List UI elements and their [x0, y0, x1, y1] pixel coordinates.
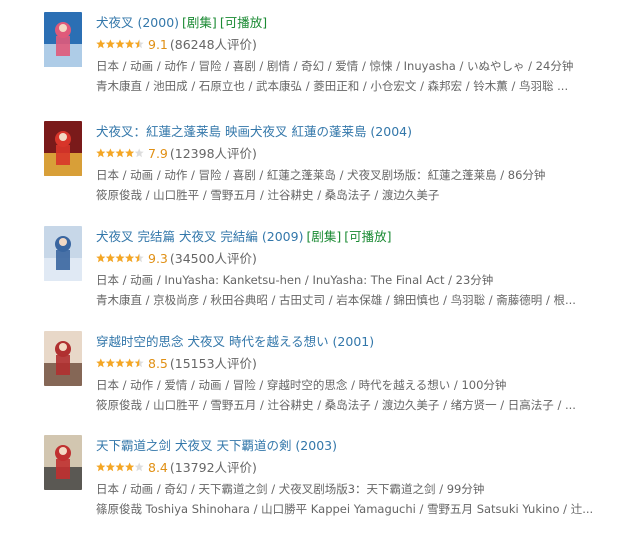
series-tag-link[interactable]: [剧集]: [306, 229, 341, 244]
rating-stars-icon: [96, 143, 144, 165]
movie-result-item: 犬夜叉 (2000) [剧集] [可播放] 9.1 (86248人评价) 日本 / 动画 …: [44, 12, 631, 112]
movie-title-line: 穿越时空的思念 犬夜叉 時代を越える想い (2001): [96, 331, 631, 353]
movie-poster-image[interactable]: [44, 226, 82, 281]
rating-stars-icon: [96, 34, 144, 56]
movie-cast-info: 筱原俊哉 / 山口胜平 / 雪野五月 / 辻谷耕史 / 桑岛法子 / 渡边久美子: [96, 188, 440, 202]
movie-poster-image[interactable]: [44, 435, 82, 490]
rating-line: 7.9 (12398人评价): [96, 143, 631, 165]
movie-cast-info: 青木康直 / 京极尚彦 / 秋田谷典昭 / 古田丈司 / 岩本保雄 / 錦田慎也…: [96, 293, 576, 307]
movie-info: 犬夜叉：紅蓮之蓬莱島 映画犬夜叉 紅蓮の蓬莱島 (2004) 7.9 (12398人…: [96, 121, 631, 205]
movie-info: 犬夜叉 (2000) [剧集] [可播放] 9.1 (86248人评价) 日本 / 动画 …: [96, 12, 631, 96]
movie-title-line: 犬夜叉 完结篇 犬夜叉 完結編 (2009) [剧集] [可播放]: [96, 226, 631, 248]
movie-poster-image[interactable]: [44, 121, 82, 176]
rating-score: 8.5: [148, 356, 168, 371]
movie-title-link[interactable]: 犬夜叉 完结篇 犬夜叉 完結編 (2009): [96, 229, 303, 244]
movie-title-line: 犬夜叉：紅蓮之蓬莱島 映画犬夜叉 紅蓮の蓬莱島 (2004): [96, 121, 631, 143]
rating-count: (34500人评价): [169, 251, 257, 266]
rating-line: 9.1 (86248人评价): [96, 34, 631, 56]
rating-line: 8.5 (15153人评价): [96, 353, 631, 375]
rating-line: 8.4 (13792人评价): [96, 457, 631, 479]
movie-meta-info: 日本 / 动画 / 奇幻 / 天下霸道之剑 / 犬夜叉剧场版3：天下霸道之剑 /…: [96, 482, 485, 496]
movie-result-item: 犬夜叉 完结篇 犬夜叉 完結編 (2009) [剧集] [可播放] 9.3 (34500…: [44, 226, 631, 326]
movie-meta-info: 日本 / 动画 / InuYasha: Kanketsu-hen / InuYa…: [96, 273, 494, 287]
movie-title-link[interactable]: 犬夜叉 (2000): [96, 15, 179, 30]
movie-title-line: 犬夜叉 (2000) [剧集] [可播放]: [96, 12, 631, 34]
movie-cast-info: 篠原俊哉 Toshiya Shinohara / 山口勝平 Kappei Yam…: [96, 502, 594, 516]
movie-title-link[interactable]: 天下霸道之剑 犬夜叉 天下覇道の剣 (2003): [96, 438, 337, 453]
rating-stars-icon: [96, 248, 144, 270]
rating-stars-icon: [96, 457, 144, 479]
movie-info: 犬夜叉 完结篇 犬夜叉 完結編 (2009) [剧集] [可播放] 9.3 (34500…: [96, 226, 631, 310]
movie-poster-image[interactable]: [44, 12, 82, 67]
rating-count: (12398人评价): [169, 146, 257, 161]
rating-score: 7.9: [148, 146, 168, 161]
rating-score: 9.1: [148, 37, 168, 52]
movie-result-item: 犬夜叉：紅蓮之蓬莱島 映画犬夜叉 紅蓮の蓬莱島 (2004) 7.9 (12398人…: [44, 121, 631, 221]
movie-meta-info: 日本 / 动作 / 爱情 / 动画 / 冒险 / 穿越时空的思念 / 時代を越え…: [96, 378, 507, 392]
rating-count: (13792人评价): [169, 460, 257, 475]
movie-cast-info: 筱原俊哉 / 山口胜平 / 雪野五月 / 辻谷耕史 / 桑岛法子 / 渡边久美子…: [96, 398, 576, 412]
movie-cast-info: 青木康直 / 池田成 / 石原立也 / 武本康弘 / 菱田正和 / 小仓宏文 /…: [96, 79, 569, 93]
rating-line: 9.3 (34500人评价): [96, 248, 631, 270]
movie-title-line: 天下霸道之剑 犬夜叉 天下覇道の剣 (2003): [96, 435, 631, 457]
movie-result-item: 穿越时空的思念 犬夜叉 時代を越える想い (2001) 8.5 (15153人评价)…: [44, 331, 631, 431]
series-tag-link[interactable]: [剧集]: [182, 15, 217, 30]
movie-info: 穿越时空的思念 犬夜叉 時代を越える想い (2001) 8.5 (15153人评价)…: [96, 331, 631, 415]
movie-info: 天下霸道之剑 犬夜叉 天下覇道の剣 (2003) 8.4 (13792人评价) 日本 …: [96, 435, 631, 519]
rating-count: (86248人评价): [169, 37, 257, 52]
movie-title-link[interactable]: 犬夜叉：紅蓮之蓬莱島 映画犬夜叉 紅蓮の蓬莱島 (2004): [96, 124, 412, 139]
rating-score: 9.3: [148, 251, 168, 266]
playable-tag-link[interactable]: [可播放]: [344, 229, 391, 244]
rating-score: 8.4: [148, 460, 168, 475]
playable-tag-link[interactable]: [可播放]: [220, 15, 267, 30]
movie-result-item: 天下霸道之剑 犬夜叉 天下覇道の剣 (2003) 8.4 (13792人评价) 日本 …: [44, 435, 631, 535]
rating-stars-icon: [96, 353, 144, 375]
movie-title-link[interactable]: 穿越时空的思念 犬夜叉 時代を越える想い (2001): [96, 334, 374, 349]
movie-poster-image[interactable]: [44, 331, 82, 386]
rating-count: (15153人评价): [169, 356, 257, 371]
movie-meta-info: 日本 / 动画 / 动作 / 冒险 / 喜剧 / 剧情 / 奇幻 / 爱情 / …: [96, 59, 574, 73]
movie-meta-info: 日本 / 动画 / 动作 / 冒险 / 喜剧 / 紅蓮之蓬莱岛 / 犬夜叉剧场版…: [96, 168, 546, 182]
